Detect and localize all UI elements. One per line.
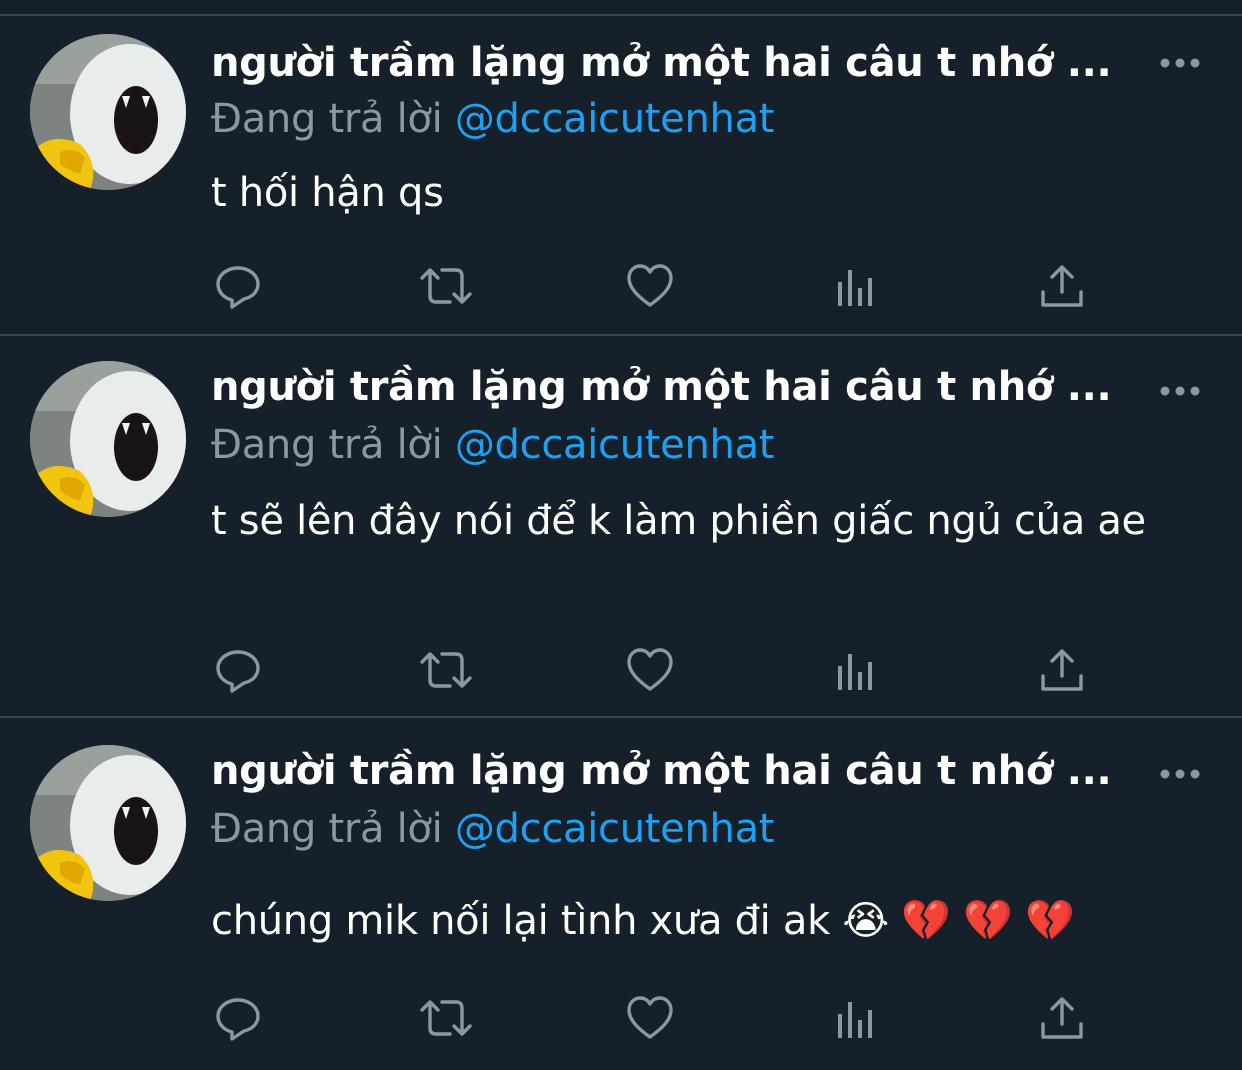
share-icon — [1041, 997, 1083, 1039]
more-options-icon[interactable] — [1158, 56, 1202, 70]
reply-icon — [216, 650, 260, 693]
replying-to: Đang trả lời @dccaicutenhat — [211, 96, 774, 142]
tweet-text: t sẽ lên đây nói để k làm phiền giấc ngủ… — [211, 498, 1146, 544]
retweet-icon — [420, 1000, 472, 1036]
share-button[interactable] — [1038, 994, 1086, 1042]
avatar[interactable] — [30, 34, 186, 190]
avatar[interactable] — [30, 745, 186, 901]
analytics-icon — [838, 270, 872, 306]
retweet-button[interactable] — [418, 994, 472, 1042]
analytics-icon — [838, 1002, 872, 1038]
tweet-text: chúng mik nối lại tình xưa đi ak 😭 💔 💔 💔 — [211, 898, 1075, 944]
reply-button[interactable] — [214, 994, 262, 1042]
reply-icon — [216, 266, 260, 309]
tweet-text: t hối hận qs — [211, 170, 444, 216]
author-name[interactable]: người trầm lặng mở một hai câu t nhớ ... — [211, 364, 1112, 410]
analytics-button[interactable] — [834, 262, 882, 310]
share-icon — [1041, 265, 1083, 307]
analytics-button[interactable] — [834, 994, 882, 1042]
share-button[interactable] — [1038, 646, 1086, 694]
like-icon — [627, 648, 673, 691]
replying-prefix: Đang trả lời — [211, 422, 443, 468]
reply-handle-link[interactable]: @dccaicutenhat — [455, 422, 775, 468]
replying-to: Đang trả lời @dccaicutenhat — [211, 806, 774, 852]
reply-icon — [216, 998, 260, 1041]
retweet-button[interactable] — [418, 262, 472, 310]
action-bar — [0, 262, 1242, 310]
reply-handle-link[interactable]: @dccaicutenhat — [455, 96, 775, 142]
more-options-icon[interactable] — [1158, 767, 1202, 781]
like-icon — [627, 264, 673, 307]
like-button[interactable] — [626, 262, 674, 310]
action-bar — [0, 646, 1242, 694]
reply-button[interactable] — [214, 646, 262, 694]
reply-button[interactable] — [214, 262, 262, 310]
replying-prefix: Đang trả lời — [211, 806, 443, 852]
retweet-icon — [420, 652, 472, 688]
tweet-feed: người trầm lặng mở một hai câu t nhớ ...… — [0, 0, 1242, 1070]
tweet-reply[interactable]: người trầm lặng mở một hai câu t nhớ ...… — [0, 336, 1242, 716]
avatar[interactable] — [30, 361, 186, 517]
author-name[interactable]: người trầm lặng mở một hai câu t nhớ ... — [211, 40, 1112, 86]
analytics-button[interactable] — [834, 646, 882, 694]
more-options-icon[interactable] — [1158, 384, 1202, 398]
author-name[interactable]: người trầm lặng mở một hai câu t nhớ ... — [211, 748, 1112, 794]
action-bar — [0, 994, 1242, 1042]
avatar-image — [30, 34, 186, 190]
reply-handle-link[interactable]: @dccaicutenhat — [455, 806, 775, 852]
share-icon — [1041, 649, 1083, 691]
retweet-icon — [420, 268, 472, 304]
retweet-button[interactable] — [418, 646, 472, 694]
like-icon — [627, 996, 673, 1039]
tweet-reply[interactable]: người trầm lặng mở một hai câu t nhớ ...… — [0, 718, 1242, 1070]
analytics-icon — [838, 654, 872, 690]
avatar-image — [30, 361, 186, 517]
replying-prefix: Đang trả lời — [211, 96, 443, 142]
replying-to: Đang trả lời @dccaicutenhat — [211, 422, 774, 468]
like-button[interactable] — [626, 994, 674, 1042]
avatar-image — [30, 745, 186, 901]
share-button[interactable] — [1038, 262, 1086, 310]
like-button[interactable] — [626, 646, 674, 694]
tweet-reply[interactable]: người trầm lặng mở một hai câu t nhớ ...… — [0, 16, 1242, 334]
